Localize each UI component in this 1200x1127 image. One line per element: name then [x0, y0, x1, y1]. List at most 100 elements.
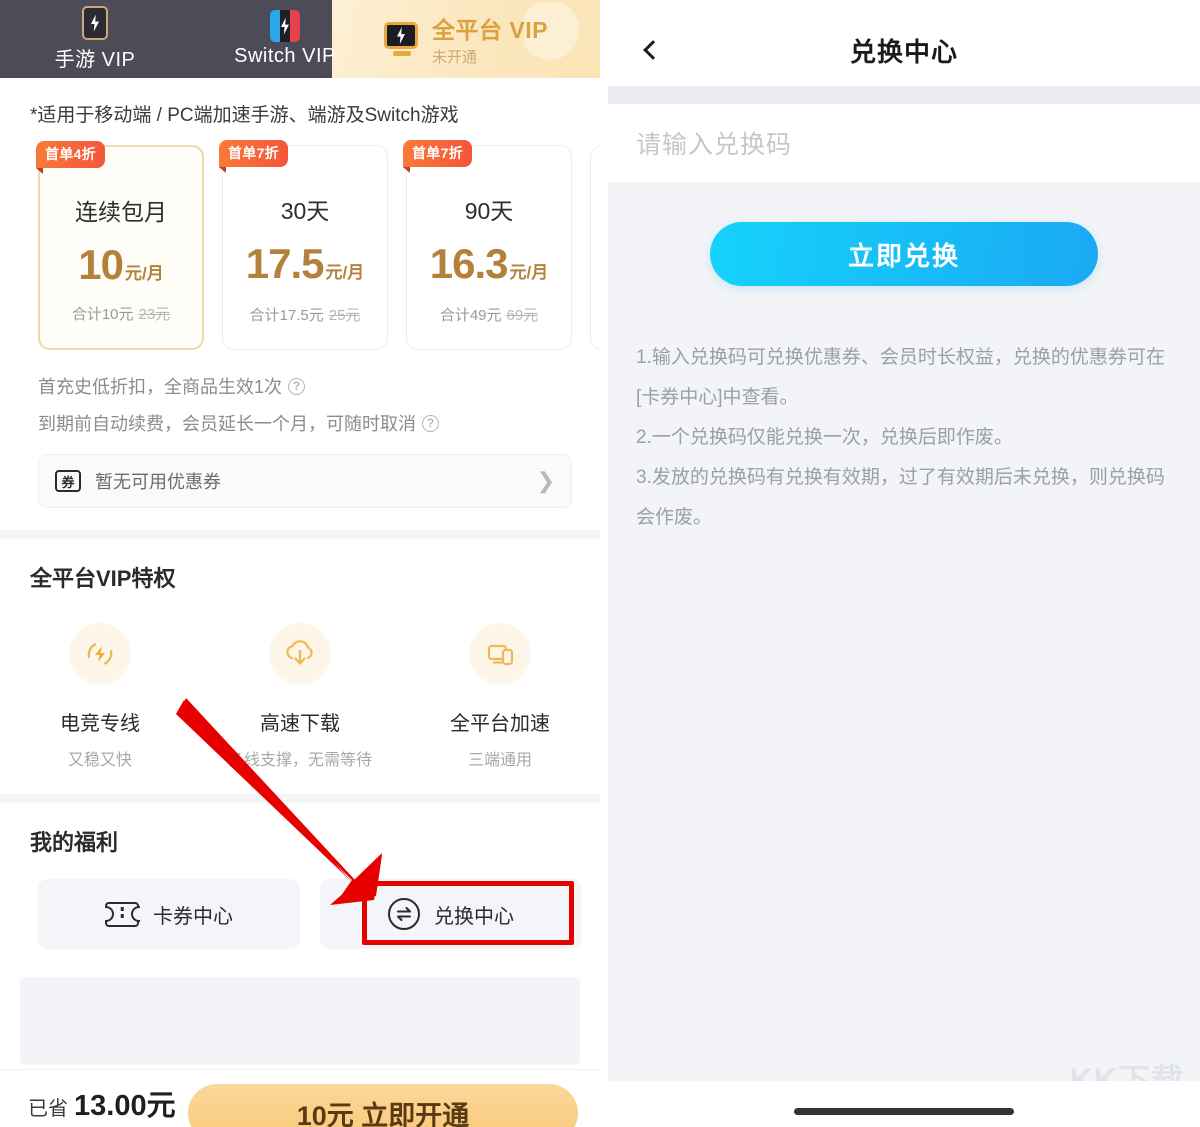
swap-circle-icon — [388, 898, 420, 930]
welfare-section-title: 我的福利 — [30, 830, 119, 855]
redeem-rule: 1.输入兑换码可兑换优惠券、会员时长权益，兑换的优惠券可在[卡券中心]中查看。 — [636, 347, 1165, 408]
plan-tip: 到期前自动续费，会员延长一个月，可随时取消 ? — [38, 410, 600, 436]
header-strip — [608, 86, 1200, 104]
plan-price-unit: 元/月 — [124, 264, 164, 283]
plan-price: 16.3 元/月 — [430, 240, 548, 288]
welfare-button-list: 卡券中心 兑换中心 — [38, 879, 600, 949]
plan-card-list: 首单4折 连续包月 10 元/月 合计10元 23元 首单7折 30天 17.5 … — [36, 140, 600, 355]
plan-title: 连续包月 — [75, 199, 167, 225]
privilege-item: 全平台加速 三端通用 — [400, 623, 600, 770]
coupon-icon: 券 — [55, 470, 81, 492]
coupon-selector[interactable]: 券 暂无可用优惠券 ❯ — [38, 454, 572, 508]
plan-total-row: 合计10元 23元 — [72, 303, 170, 324]
ticket-icon — [105, 901, 139, 927]
plan-total-row: 合计49元 69元 — [440, 304, 538, 325]
redeem-code-placeholder: 请输入兑换码 — [636, 131, 793, 159]
redeem-code-input[interactable]: 请输入兑换码 — [608, 104, 1200, 182]
plan-total: 合计49元 — [439, 307, 502, 324]
privilege-item: 高速下载 多线支撑，无需等待 — [200, 623, 400, 770]
buy-now-button[interactable]: 10元 立即开通 — [188, 1084, 578, 1127]
privilege-list: 电竞专线 又稳又快 高速下载 多线支撑，无需等待 全平台加速 三端通用 — [0, 623, 600, 770]
plan-discount-badge: 首单7折 — [403, 140, 472, 173]
plan-tip-text: 首充史低折扣，全商品生效1次 — [38, 377, 283, 397]
plan-price-amount: 17.5 — [245, 240, 325, 287]
savings-label: 已省 — [28, 1098, 68, 1120]
savings-summary: 已省 13.00元 23元 — [28, 1082, 176, 1127]
vip-tab-bar: 手游 VIP Switch VIP 全平台 VIP 未开通 — [0, 0, 600, 78]
applicability-note: *适用于移动端 / PC端加速手游、端游及Switch游戏 — [30, 105, 459, 126]
privilege-desc: 多线支撑，无需等待 — [227, 752, 372, 769]
cloud-download-icon — [269, 623, 331, 685]
plan-tip-text: 到期前自动续费，会员延长一个月，可随时取消 — [38, 414, 416, 434]
plan-title: 90天 — [464, 198, 514, 224]
plan-tips: 首充史低折扣，全商品生效1次 ? 到期前自动续费，会员延长一个月，可随时取消 ? — [38, 373, 600, 436]
exchange-center-body: 立即兑换 1.输入兑换码可兑换优惠券、会员时长权益，兑换的优惠券可在[卡券中心]… — [608, 222, 1200, 1127]
privilege-desc: 三端通用 — [467, 752, 532, 769]
panel-gutter — [600, 0, 608, 1127]
tab-mobile-vip-label: 手游 VIP — [54, 49, 136, 71]
plan-original-price: 69元 — [506, 307, 539, 324]
tab-mobile-vip[interactable]: 手游 VIP — [0, 0, 190, 78]
card-coupon-center-label: 卡券中心 — [153, 905, 233, 928]
redeem-rule: 2.一个兑换码仅能兑换一次，兑换后即作废。 — [636, 427, 1013, 448]
plan-discount-badge: 首单7折 — [219, 140, 288, 173]
chevron-left-icon — [643, 40, 663, 60]
exchange-center-button[interactable]: 兑换中心 — [320, 879, 582, 949]
coupon-label: 暂无可用优惠券 — [95, 472, 221, 492]
help-icon[interactable]: ? — [288, 377, 306, 395]
monitor-bolt-icon — [384, 22, 420, 56]
back-button[interactable] — [636, 33, 670, 67]
plan-card[interactable]: 首单7折 30天 17.5 元/月 合计17.5元 25元 — [219, 140, 388, 350]
chevron-right-icon: ❯ — [536, 468, 555, 493]
savings-amount: 13.00元 — [74, 1090, 176, 1122]
privilege-name: 电竞专线 — [60, 713, 140, 735]
page-title: 兑换中心 — [849, 36, 958, 67]
plan-discount-badge: 首单4折 — [36, 141, 105, 174]
screenshot-root: 手游 VIP Switch VIP 全平台 VIP 未开通 *适用于移动端 / … — [0, 0, 1200, 1127]
home-bar-area — [608, 1081, 1200, 1127]
tab-all-platform-vip-status: 未开通 — [432, 49, 478, 66]
plan-original-price: 23元 — [138, 306, 171, 323]
purchase-bottom-bar: 已省 13.00元 23元 10元 立即开通 — [0, 1069, 600, 1127]
redeem-button[interactable]: 立即兑换 — [710, 222, 1098, 286]
privilege-item: 电竞专线 又稳又快 — [0, 623, 200, 770]
redeem-rules: 1.输入兑换码可兑换优惠券、会员时长权益，兑换的优惠券可在[卡券中心]中查看。 … — [636, 338, 1172, 538]
privilege-desc: 又稳又快 — [67, 752, 132, 769]
exchange-center-header: 兑换中心 — [608, 14, 1200, 86]
plan-card[interactable]: 首单7折 90天 16.3 元/月 合计49元 69元 — [403, 140, 572, 350]
plan-total: 合计10元 — [71, 306, 134, 323]
phone-bolt-icon — [82, 6, 108, 40]
plan-original-price: 25元 — [328, 307, 361, 324]
tab-switch-vip[interactable]: Switch VIP — [190, 0, 380, 78]
redeem-rule: 3.发放的兑换码有兑换有效期，过了有效期后未兑换，则兑换码会作废。 — [636, 467, 1165, 528]
plan-price: 10 元/月 — [78, 241, 163, 289]
tab-switch-vip-label: Switch VIP — [234, 45, 336, 67]
tab-all-platform-vip-label: 全平台 VIP — [432, 17, 548, 43]
plan-price-amount: 10 — [78, 241, 124, 288]
plan-tip: 首充史低折扣，全商品生效1次 ? — [38, 373, 600, 399]
privilege-name: 高速下载 — [260, 713, 340, 735]
privilege-section-title: 全平台VIP特权 — [30, 566, 176, 591]
section-divider — [0, 530, 600, 539]
plan-price: 17.5 元/月 — [246, 240, 364, 288]
plan-title: 30天 — [280, 198, 330, 224]
placeholder-block — [20, 977, 580, 1065]
section-divider — [0, 794, 600, 803]
multi-device-icon — [469, 623, 531, 685]
exchange-center-label: 兑换中心 — [434, 905, 514, 928]
lightning-circle-icon — [69, 623, 131, 685]
plan-price-unit: 元/月 — [325, 263, 365, 282]
help-icon[interactable]: ? — [422, 414, 439, 432]
status-bar — [608, 0, 1200, 14]
plan-card-partial[interactable] — [590, 145, 600, 350]
vip-purchase-panel: 手游 VIP Switch VIP 全平台 VIP 未开通 *适用于移动端 / … — [0, 0, 600, 1127]
plan-price-unit: 元/月 — [509, 263, 549, 282]
switch-console-icon — [270, 10, 300, 42]
exchange-center-panel: 兑换中心 请输入兑换码 立即兑换 1.输入兑换码可兑换优惠券、会员时长权益，兑换… — [608, 0, 1200, 1127]
plan-price-amount: 16.3 — [429, 240, 509, 287]
card-coupon-center-button[interactable]: 卡券中心 — [38, 879, 300, 949]
plan-total: 合计17.5元 — [249, 307, 324, 324]
home-indicator — [794, 1108, 1014, 1115]
plan-card[interactable]: 首单4折 连续包月 10 元/月 合计10元 23元 — [36, 141, 204, 350]
plan-total-row: 合计17.5元 25元 — [250, 304, 361, 325]
